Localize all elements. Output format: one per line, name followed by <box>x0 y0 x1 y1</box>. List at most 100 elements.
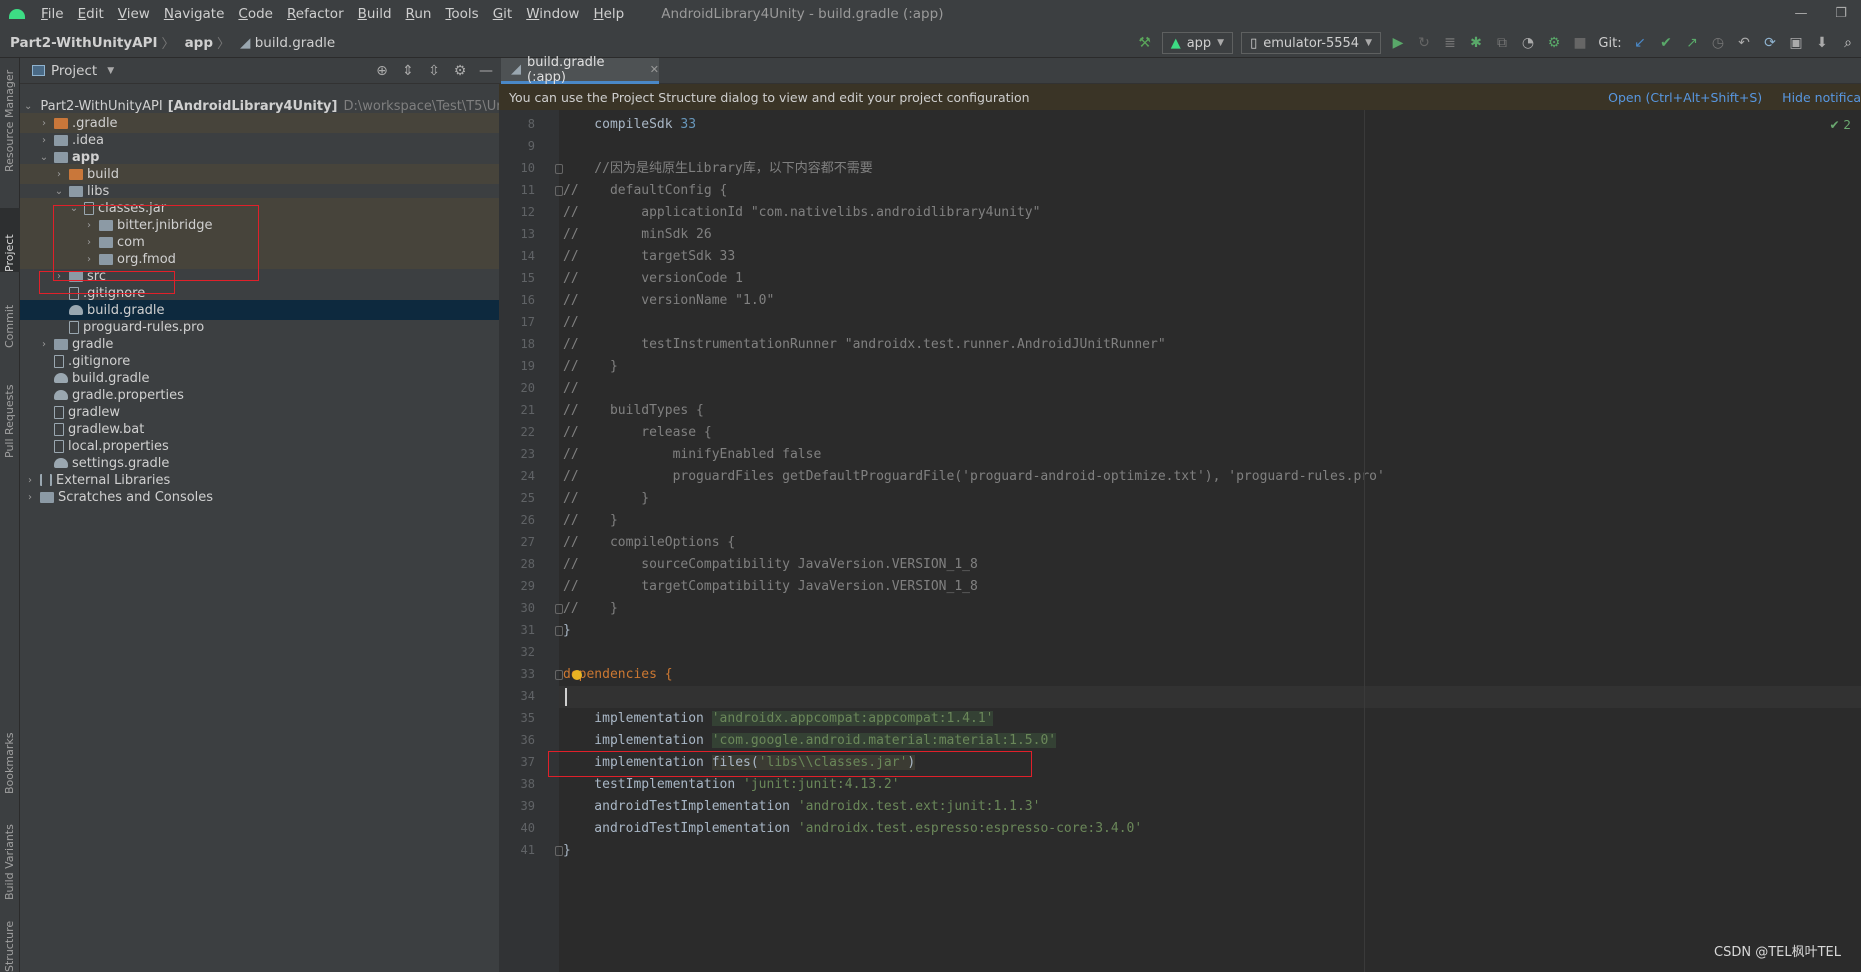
code-line: //因为是纯原生Library库，以下内容都不需要 <box>563 158 872 180</box>
search-icon[interactable]: ⌕ <box>1835 28 1861 58</box>
menu-refactor[interactable]: Refactor <box>280 0 351 28</box>
tool-tab-commit[interactable]: Commit <box>0 284 20 348</box>
project-panel: Project ▼ ⊕ ⇕ ⇳ ⚙ — ⌄ Part2-WithUnityAPI[… <box>20 58 499 972</box>
menu-code[interactable]: Code <box>231 0 280 28</box>
menu-mnemonic: V <box>117 6 127 22</box>
fold-marker-icon[interactable] <box>555 846 563 856</box>
project-panel-header: Project ▼ ⊕ ⇕ ⇳ ⚙ — <box>20 58 499 84</box>
expand-all-icon[interactable]: ⇕ <box>395 63 421 79</box>
project-panel-title[interactable]: Project <box>51 63 97 79</box>
run-icon[interactable]: ▶ <box>1385 28 1411 58</box>
line-number: 33 <box>520 667 535 681</box>
make-project-hammer-icon[interactable]: ⚒ <box>1132 28 1158 58</box>
tree-item-label: gradlew <box>68 404 121 420</box>
minimize-icon[interactable]: — <box>1781 0 1821 28</box>
chevron-down-icon[interactable]: ⌄ <box>38 152 50 163</box>
chevron-down-icon[interactable]: ▼ <box>107 66 114 76</box>
tool-tab-pull-requests[interactable]: Pull Requests <box>0 358 20 458</box>
folder-icon <box>40 491 54 503</box>
breadcrumb-module[interactable]: app <box>175 35 217 51</box>
tool-tab-structure[interactable]: Structure <box>0 908 20 972</box>
attach-debugger-icon[interactable]: ⧉ <box>1489 28 1515 58</box>
menu-file[interactable]: File <box>34 0 71 28</box>
debug-icon[interactable]: ✱ <box>1463 28 1489 58</box>
breadcrumb-project[interactable]: Part2-WithUnityAPI <box>0 35 162 51</box>
device-icon: ▯ <box>1250 35 1258 51</box>
menu-git[interactable]: Git <box>486 0 520 28</box>
restore-icon[interactable]: ❐ <box>1821 0 1861 28</box>
fold-marker-icon[interactable] <box>555 626 563 636</box>
apply-changes-icon[interactable]: ≣ <box>1437 28 1463 58</box>
menu-build[interactable]: Build <box>351 0 399 28</box>
chevron-right-icon[interactable]: › <box>38 339 50 350</box>
profile-icon[interactable]: ◔ <box>1515 28 1541 58</box>
line-number: 8 <box>527 117 535 131</box>
chevron-down-icon[interactable]: ⌄ <box>53 186 65 197</box>
gradle-sync-icon[interactable]: ⟳ <box>1757 28 1783 58</box>
git-update-icon[interactable]: ↙ <box>1627 28 1653 58</box>
line-number: 19 <box>520 359 535 373</box>
breadcrumb-separator: 〉 <box>217 37 231 52</box>
menu-run[interactable]: Run <box>399 0 439 28</box>
breadcrumb-file-label: build.gradle <box>254 34 336 51</box>
tree-item-label: libs <box>87 183 110 199</box>
run-config-combo[interactable]: ▲ app ▼ <box>1161 32 1234 54</box>
rerun-icon[interactable]: ↻ <box>1411 28 1437 58</box>
tree-scratches-consoles[interactable]: › Scratches and Consoles <box>20 487 499 507</box>
notice-open-link[interactable]: Open (Ctrl+Alt+Shift+S) <box>1608 90 1762 105</box>
fold-marker-icon[interactable] <box>555 186 563 196</box>
menu-view[interactable]: View <box>111 0 157 28</box>
line-number: 9 <box>527 139 535 153</box>
notice-hide-link[interactable]: Hide notifica <box>1782 90 1861 105</box>
git-history-icon[interactable]: ◷ <box>1705 28 1731 58</box>
chevron-right-icon[interactable]: › <box>53 169 65 180</box>
code-line: // testInstrumentationRunner "androidx.t… <box>563 334 1166 356</box>
breadcrumb-file[interactable]: ◢ build.gradle <box>230 35 339 51</box>
gradle-file-icon: ◢ <box>240 34 255 51</box>
collapse-all-icon[interactable]: ⇳ <box>421 63 447 79</box>
menu-navigate[interactable]: Navigate <box>157 0 232 28</box>
git-push-icon[interactable]: ↗ <box>1679 28 1705 58</box>
editor-tab-build-gradle[interactable]: ◢ build.gradle (:app) ✕ <box>501 55 659 85</box>
run-config-label: app <box>1186 35 1212 51</box>
chevron-down-icon: ▼ <box>1365 38 1372 48</box>
fold-marker-icon[interactable] <box>555 670 563 680</box>
tool-tab-project[interactable]: Project <box>0 208 20 272</box>
menu-window[interactable]: Window <box>519 0 586 28</box>
tool-tab-resource-manager[interactable]: Resource Manager <box>0 62 20 172</box>
inspection-indicator[interactable]: ✔ 2 <box>1829 118 1851 132</box>
line-number: 20 <box>520 381 535 395</box>
hide-panel-icon[interactable]: — <box>473 63 499 79</box>
locate-file-icon[interactable]: ⊕ <box>369 63 395 79</box>
stop-icon[interactable]: ■ <box>1567 28 1593 58</box>
fold-marker-icon[interactable] <box>555 164 563 174</box>
close-icon[interactable]: ✕ <box>650 63 659 76</box>
project-structure-notice: You can use the Project Structure dialog… <box>499 84 1861 110</box>
android-studio-logo-icon <box>0 0 34 28</box>
tool-tab-bookmarks[interactable]: Bookmarks <box>0 708 20 794</box>
chevron-down-icon[interactable]: ⌄ <box>24 101 32 112</box>
code-editor[interactable]: compileSdk 33 //因为是纯原生Library库，以下内容都不需要 /… <box>559 110 1861 972</box>
device-combo[interactable]: ▯ emulator-5554 ▼ <box>1241 32 1381 54</box>
git-commit-icon[interactable]: ✔ <box>1653 28 1679 58</box>
menu-tools[interactable]: Tools <box>438 0 485 28</box>
intention-bulb-icon[interactable] <box>572 670 582 680</box>
tree-item-label: .gitignore <box>68 353 131 369</box>
menu-edit[interactable]: Edit <box>71 0 111 28</box>
highlight-box-classes-jar <box>53 205 259 281</box>
chevron-right-icon[interactable]: › <box>38 135 50 146</box>
chevron-right-icon[interactable]: › <box>24 475 36 486</box>
coverage-icon[interactable]: ⚙ <box>1541 28 1567 58</box>
sdk-manager-icon[interactable]: ⬇ <box>1809 28 1835 58</box>
chevron-right-icon[interactable]: › <box>38 118 50 129</box>
code-token: // versionCode 1 <box>563 271 744 286</box>
tool-tab-build-variants[interactable]: Build Variants <box>0 800 20 900</box>
git-rollback-icon[interactable]: ↶ <box>1731 28 1757 58</box>
gear-icon[interactable]: ⚙ <box>447 63 473 79</box>
chevron-right-icon[interactable]: › <box>24 492 36 503</box>
fold-marker-icon[interactable] <box>555 604 563 614</box>
current-line-highlight <box>559 686 1861 708</box>
code-token: androidTestImplementation <box>563 799 798 814</box>
device-manager-icon[interactable]: ▣ <box>1783 28 1809 58</box>
menu-help[interactable]: Help <box>586 0 631 28</box>
